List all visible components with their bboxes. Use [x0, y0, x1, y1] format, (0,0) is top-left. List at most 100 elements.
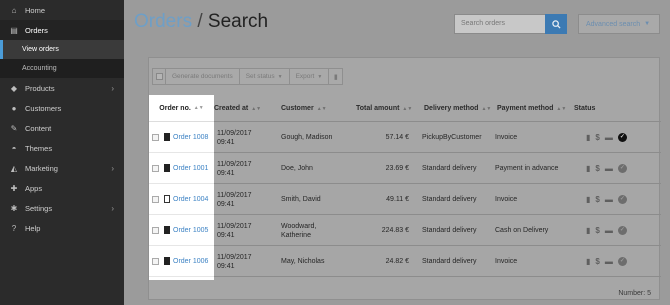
document-icon[interactable]: ▮: [586, 195, 590, 204]
order-link[interactable]: Order 1005: [173, 227, 208, 234]
payment-status-icon[interactable]: $: [595, 133, 599, 142]
payment-status-icon[interactable]: $: [595, 164, 599, 173]
order-link[interactable]: Order 1004: [173, 196, 208, 203]
payment-status-icon[interactable]: $: [595, 195, 599, 204]
col-created-at[interactable]: Created at ▲▼: [214, 95, 261, 122]
breadcrumb-orders[interactable]: Orders: [134, 11, 192, 32]
completed-check-icon[interactable]: ✓: [617, 257, 627, 266]
user-icon: ●: [11, 103, 17, 113]
gear-icon: ✱: [10, 203, 18, 213]
sidebar-subitem-accounting[interactable]: Accounting: [0, 59, 124, 78]
payment-status-icon[interactable]: $: [595, 257, 599, 266]
table-row[interactable]: 11/09/2017 09:41 Smith, David 49.11 € Standa…: [149, 184, 661, 215]
col-created-at-label: Created at: [214, 105, 249, 112]
created-time: 09:41: [217, 262, 235, 270]
truck-icon[interactable]: ▬: [605, 195, 613, 204]
table-row[interactable]: 11/09/2017 09:41 May, Nicholas 24.82 € Stand…: [149, 246, 661, 277]
completed-check-icon[interactable]: ✓: [617, 133, 627, 142]
col-order-no-label: Order no.: [159, 104, 191, 112]
sidebar-subitem-view-orders[interactable]: View orders: [0, 40, 124, 59]
sidebar-item-marketing[interactable]: ◭ Marketing ›: [0, 158, 124, 178]
home-icon: ⌂: [11, 5, 17, 15]
chevron-right-icon: ›: [111, 83, 114, 93]
generate-documents-button[interactable]: Generate documents: [166, 68, 240, 85]
col-status-label: Status: [574, 105, 596, 112]
sidebar-item-themes[interactable]: ◓ Themes: [0, 138, 124, 158]
created-time: 09:41: [217, 169, 235, 177]
sort-icon: ▲▼: [481, 105, 492, 112]
export-button[interactable]: Export ▼: [289, 68, 330, 85]
status-cell: ▮ $ ▬ ✓: [586, 215, 627, 246]
advanced-search-label: Advanced search: [586, 20, 641, 28]
truck-icon[interactable]: ▬: [605, 226, 613, 235]
sidebar-item-orders[interactable]: ▤ Orders: [0, 20, 124, 40]
search-button[interactable]: [545, 14, 567, 34]
advanced-search-dropdown[interactable]: Advanced search ▼: [578, 14, 660, 34]
sort-icon: ▲▼: [556, 105, 567, 112]
table-row[interactable]: 11/09/2017 09:41 Doe, John 23.69 € Standard …: [149, 153, 661, 184]
document-icon[interactable]: ▮: [586, 257, 590, 266]
customer-name: Smith, David: [281, 196, 321, 203]
delete-button[interactable]: ▮: [329, 68, 344, 85]
sidebar-item-help[interactable]: ? Help: [0, 218, 124, 238]
col-payment-method[interactable]: Payment method ▲▼: [497, 95, 566, 122]
drop-icon: ◓: [11, 143, 17, 153]
col-status: Status: [574, 95, 595, 122]
payment-method: Invoice: [495, 258, 518, 265]
sidebar-item-label: Marketing: [25, 163, 58, 173]
row-checkbox[interactable]: [152, 195, 159, 203]
truck-icon[interactable]: ▬: [605, 133, 613, 142]
row-checkbox[interactable]: [152, 164, 159, 172]
status-cell: ▮ $ ▬ ✓: [586, 184, 627, 215]
sidebar-item-customers[interactable]: ● Customers: [0, 98, 124, 118]
table-row[interactable]: 11/09/2017 09:41 Gough, Madison 57.14 € Pick…: [149, 122, 661, 153]
page-title-current: Search: [207, 11, 269, 32]
bulk-toolbar: Generate documents Set status ▼ Export ▼ ▮: [149, 68, 344, 85]
sidebar-item-apps[interactable]: ✚ Apps: [0, 178, 124, 198]
order-link[interactable]: Order 1008: [173, 134, 208, 141]
order-link[interactable]: Order 1006: [173, 258, 208, 265]
completed-check-icon[interactable]: ✓: [617, 226, 627, 235]
order-number-cell: Order 1006: [149, 246, 214, 277]
row-checkbox[interactable]: [152, 257, 159, 265]
delivery-method: Standard delivery: [422, 196, 477, 203]
payment-status-icon[interactable]: $: [595, 226, 599, 235]
sidebar-item-content[interactable]: ✎ Content: [0, 118, 124, 138]
col-order-no[interactable]: Order no. ▲▼: [149, 95, 214, 122]
sidebar-item-settings[interactable]: ✱ Settings ›: [0, 198, 124, 218]
col-customer-label: Customer: [281, 105, 314, 112]
export-label: Export: [295, 73, 315, 80]
row-checkbox[interactable]: [152, 226, 159, 234]
sidebar-item-products[interactable]: ◆ Products ›: [0, 78, 124, 98]
document-icon: [164, 226, 170, 234]
completed-check-icon[interactable]: ✓: [617, 164, 627, 173]
sidebar-item-home[interactable]: ⌂ Home: [0, 0, 124, 20]
customer-name: Doe, John: [281, 165, 313, 172]
customer-cell: Gough, Madison: [281, 122, 332, 153]
sidebar-item-label: Orders: [25, 25, 48, 35]
select-all-checkbox[interactable]: [152, 68, 166, 85]
col-total-amount[interactable]: Total amount ▲▼: [356, 95, 412, 122]
created-at: 11/09/2017 09:41: [217, 153, 252, 184]
row-checkbox[interactable]: [152, 133, 159, 141]
col-delivery-method[interactable]: Delivery method ▲▼: [424, 95, 491, 122]
search-input[interactable]: Search orders: [454, 14, 546, 34]
completed-check-icon[interactable]: ✓: [617, 195, 627, 204]
orders-panel: Generate documents Set status ▼ Export ▼ ▮…: [148, 57, 661, 300]
breadcrumb-separator: /: [192, 11, 208, 32]
customer-cell: May, Nicholas: [281, 246, 324, 277]
delivery-method: Standard delivery: [422, 227, 477, 234]
truck-icon[interactable]: ▬: [605, 257, 613, 266]
status-cell: ▮ $ ▬ ✓: [586, 246, 627, 277]
payment-method: Payment in advance: [495, 165, 559, 172]
document-icon[interactable]: ▮: [586, 226, 590, 235]
payment-method: Cash on Delivery: [495, 227, 549, 234]
document-icon[interactable]: ▮: [586, 164, 590, 173]
col-customer[interactable]: Customer ▲▼: [281, 95, 327, 122]
truck-icon[interactable]: ▬: [605, 164, 613, 173]
document-icon[interactable]: ▮: [586, 133, 590, 142]
order-link[interactable]: Order 1001: [173, 165, 208, 172]
order-number-cell: Order 1005: [149, 215, 214, 246]
table-row[interactable]: 11/09/2017 09:41 Woodward, Katherine 224.83 …: [149, 215, 661, 246]
set-status-button[interactable]: Set status ▼: [239, 68, 290, 85]
